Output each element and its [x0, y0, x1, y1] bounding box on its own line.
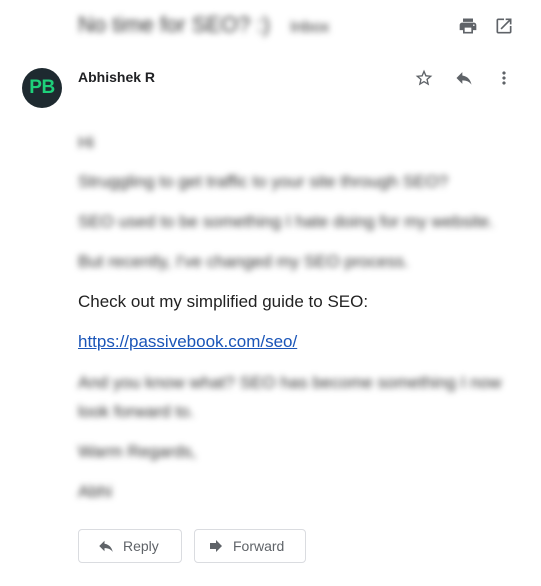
body-line-3: But recently, I've changed my SEO proces… [78, 252, 409, 271]
body-line-1: Struggling to get traffic to your site t… [78, 172, 449, 191]
reply-button-label: Reply [123, 538, 159, 554]
print-icon[interactable] [456, 14, 480, 38]
open-in-new-window-icon[interactable] [492, 14, 516, 38]
body-paragraph-line-2: look forward to. [78, 402, 195, 421]
forward-button[interactable]: Forward [194, 529, 306, 563]
signature: Abhi [78, 482, 113, 501]
more-options-icon[interactable] [492, 66, 516, 90]
reply-icon[interactable] [452, 66, 476, 90]
forward-button-label: Forward [233, 538, 285, 554]
avatar-initials: PB [29, 77, 55, 98]
avatar[interactable]: PB [22, 68, 62, 108]
signoff: Warm Regards, [78, 442, 197, 461]
email-subject: No time for SEO? :) Inbox [78, 12, 330, 37]
star-icon[interactable] [412, 66, 436, 90]
body-greeting: Hi [78, 133, 95, 152]
guide-text: Check out my simplified guide to SEO: [78, 292, 369, 311]
inbox-label[interactable]: Inbox [290, 19, 329, 36]
seo-guide-link[interactable]: https://passivebook.com/seo/ [78, 332, 297, 352]
sender-name[interactable]: Abhishek R [78, 69, 155, 85]
reply-button[interactable]: Reply [78, 529, 182, 563]
forward-icon [210, 540, 222, 552]
reply-icon [99, 540, 113, 552]
body-line-2: SEO used to be something I hate doing fo… [78, 212, 494, 231]
body-paragraph-line-1: And you know what? SEO has become someth… [78, 373, 502, 392]
